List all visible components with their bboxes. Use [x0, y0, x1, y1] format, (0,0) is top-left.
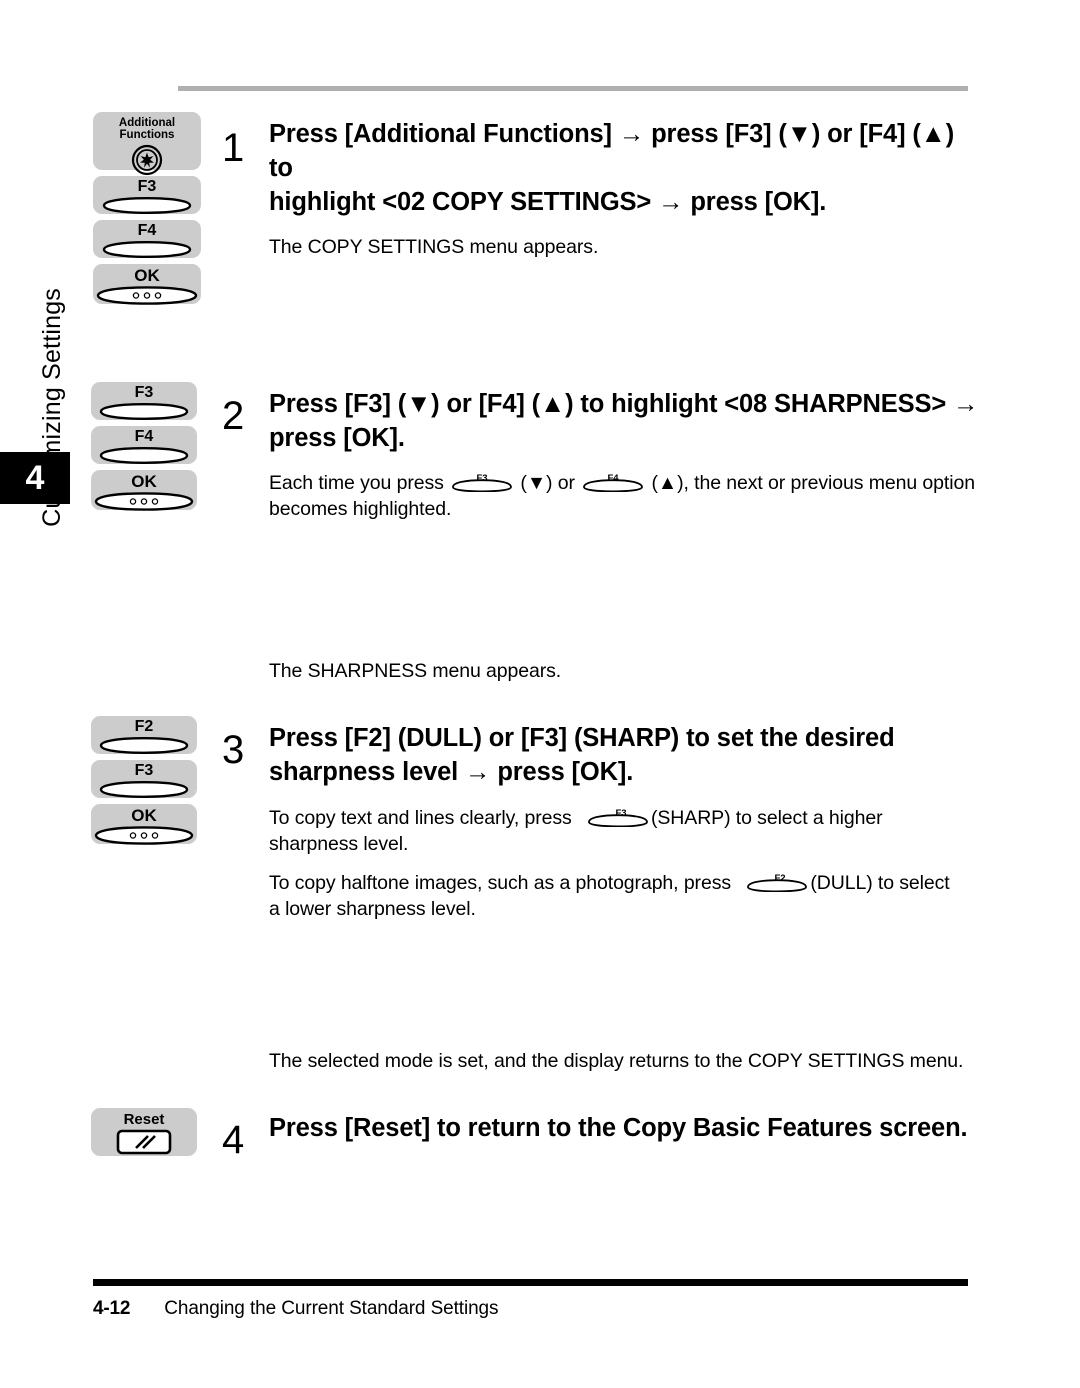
key-ok-label: OK: [131, 806, 157, 825]
step-1-heading: Press [Additional Functions] → press [F3…: [269, 118, 982, 220]
key-f2-step3: F2: [91, 716, 197, 754]
inline-key-f4-icon: F4: [582, 472, 644, 492]
step-3-body-text-b: (SHARP) to select a higher: [651, 806, 883, 829]
key-f4-label: F4: [137, 222, 157, 239]
note-selected-mode: The selected mode is set, and the displa…: [269, 1050, 964, 1072]
key-f4-label: F4: [134, 428, 154, 445]
step-2-body-text-a: Each time you press: [269, 471, 444, 494]
step-3-body-line-4: a lower sharpness level.: [269, 898, 476, 921]
footer-page-number: 4-12: [93, 1298, 131, 1319]
footer: 4-12 Changing the Current Standard Setti…: [93, 1298, 893, 1324]
lens-button-icon: [98, 781, 190, 798]
inline-key-f2-icon: F2: [746, 872, 808, 892]
step-3-body-text-e: (DULL) to select: [810, 871, 950, 894]
step-1-body-line-1: The COPY SETTINGS menu appears.: [269, 235, 599, 258]
step-3: 3 Press [F2] (DULL) or [F3] (SHARP) to s…: [222, 722, 992, 923]
footer-section-title: Changing the Current Standard Settings: [164, 1298, 499, 1319]
step-1-body: The COPY SETTINGS menu appears.: [269, 234, 982, 261]
key-f3-label: F3: [134, 762, 154, 779]
step-2-heading-line-2: press [OK].: [269, 423, 405, 452]
inline-key-f3-icon: F3: [451, 472, 513, 492]
step-2-heading: Press [F3] (▼) or [F4] (▲) to highlight …: [269, 388, 992, 456]
step-3-heading: Press [F2] (DULL) or [F3] (SHARP) to set…: [269, 722, 992, 790]
step-2-body-text-b: (▼) or: [520, 471, 575, 494]
key-f4-step1: F4: [93, 220, 201, 258]
key-f3-label: F3: [134, 384, 154, 401]
note-sharpness-menu: The SHARPNESS menu appears.: [269, 660, 562, 682]
footer-rule-divider: [93, 1279, 968, 1286]
lens-button-icon: [98, 447, 190, 464]
step-3-body-line-2: sharpness level.: [269, 833, 409, 856]
step-3-body-paragraph-1: To copy text and lines clearly, press F3…: [269, 805, 992, 858]
key-ok-label: OK: [131, 472, 157, 491]
key-f3-label: F3: [137, 178, 157, 195]
lens-button-icon: [101, 197, 193, 214]
chapter-title-vertical: Customizing Settings: [38, 288, 66, 527]
step-2-body-line-1: Each time you press F3 (▼) or F4 (▲), th…: [269, 470, 992, 497]
lens-button-ok-icon: [94, 826, 194, 845]
step-4-heading-line-1: Press [Reset] to return to the Copy Basi…: [269, 1114, 968, 1142]
step-3-body-text-a: To copy text and lines clearly, press: [269, 806, 572, 829]
reset-icon: [116, 1129, 172, 1160]
key-f3-step2: F3: [91, 382, 197, 420]
inline-key-f3-icon: F3: [587, 807, 649, 827]
key-additional-functions: Additional Functions: [93, 112, 201, 176]
key-ok-label: OK: [134, 266, 160, 285]
key-reset: Reset: [91, 1108, 197, 1156]
step-3-key-illustrations: F2 F3 OK: [91, 716, 197, 850]
step-3-body-line-3: To copy halftone images, such as a photo…: [269, 870, 992, 897]
step-2-body-text-c: (▲), the next or previous menu option: [651, 471, 976, 494]
step-1-heading-line-1: Press [Additional Functions] → press [F3…: [269, 120, 955, 182]
step-1-key-illustrations: Additional Functions F3 F4 OK: [93, 112, 201, 310]
lens-button-icon: [101, 241, 193, 258]
step-3-body-paragraph-2: To copy halftone images, such as a photo…: [269, 870, 992, 923]
step-3-number: 3: [222, 728, 245, 772]
lens-button-ok-icon: [94, 492, 194, 511]
step-2-heading-line-1: Press [F3] (▼) or [F4] (▲) to highlight …: [269, 390, 979, 418]
step-2: 2 Press [F3] (▼) or [F4] (▲) to highligh…: [222, 388, 992, 523]
step-4: 4 Press [Reset] to return to the Copy Ba…: [222, 1112, 992, 1160]
key-f3-step3: F3: [91, 760, 197, 798]
lens-button-icon: [98, 737, 190, 754]
key-ok-step1: OK: [93, 264, 201, 305]
step-4-number: 4: [222, 1118, 245, 1162]
key-ok-step2: OK: [91, 470, 197, 511]
key-reset-label: Reset: [123, 1111, 165, 1128]
lens-button-icon: [98, 403, 190, 420]
step-2-key-illustrations: F3 F4 OK: [91, 382, 197, 516]
step-2-number: 2: [222, 394, 245, 438]
step-3-heading-line-1: Press [F2] (DULL) or [F3] (SHARP) to set…: [269, 724, 895, 752]
step-1-heading-line-2: highlight <02 COPY SETTINGS> → press [OK…: [269, 187, 827, 216]
key-ok-step3: OK: [91, 804, 197, 845]
step-2-body-line-2: becomes highlighted.: [269, 498, 452, 521]
step-3-heading-line-2: sharpness level → press [OK].: [269, 757, 634, 786]
step-2-body: Each time you press F3 (▼) or F4 (▲), th…: [269, 470, 992, 523]
top-rule-divider: [178, 86, 968, 91]
step-3-body-line-1: To copy text and lines clearly, press F3…: [269, 805, 992, 832]
step-4-heading: Press [Reset] to return to the Copy Basi…: [269, 1112, 992, 1146]
key-f3-step1: F3: [93, 176, 201, 214]
key-additional-functions-label: Additional Functions: [118, 117, 176, 141]
step-1: 1 Press [Additional Functions] → press […: [222, 118, 982, 260]
lens-button-ok-icon: [96, 286, 198, 305]
key-f4-step2: F4: [91, 426, 197, 464]
key-f2-label: F2: [134, 718, 154, 735]
step-4-key-illustrations: Reset: [91, 1108, 197, 1162]
step-1-number: 1: [222, 126, 245, 170]
step-3-body-text-d: To copy halftone images, such as a photo…: [269, 871, 732, 894]
